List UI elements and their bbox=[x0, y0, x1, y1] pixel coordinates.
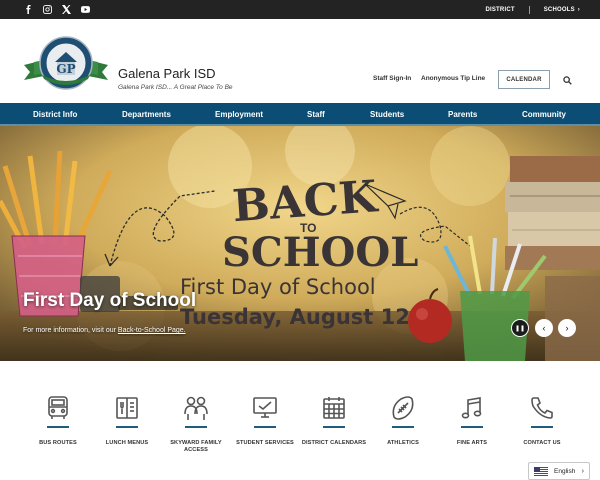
social-links bbox=[24, 0, 90, 19]
chevron-right-icon: › bbox=[581, 467, 584, 475]
phone-icon bbox=[528, 394, 556, 422]
quicklink-underline bbox=[185, 426, 207, 428]
quicklink-fine-arts[interactable]: FINE ARTS bbox=[436, 394, 508, 447]
hero-title: First Day of School bbox=[23, 290, 197, 311]
schools-dropdown[interactable]: SCHOOLS › bbox=[544, 7, 580, 13]
schools-label: SCHOOLS bbox=[543, 6, 575, 13]
quicklink-underline bbox=[392, 426, 414, 428]
utility-links: DISTRICT SCHOOLS › bbox=[485, 0, 580, 19]
site-title[interactable]: Galena Park ISD bbox=[118, 66, 216, 81]
utility-bar: DISTRICT SCHOOLS › bbox=[0, 0, 600, 19]
chevron-left-icon: ‹ bbox=[542, 323, 546, 333]
main-nav: District Info Departments Employment Sta… bbox=[0, 103, 600, 126]
bus-icon bbox=[44, 394, 72, 422]
utility-divider bbox=[528, 5, 530, 14]
quicklink-district-calendars[interactable]: DISTRICT CALENDARS bbox=[298, 394, 370, 447]
language-label: English bbox=[554, 467, 576, 475]
pause-icon: ❚❚ bbox=[514, 325, 526, 332]
nav-departments[interactable]: Departments bbox=[122, 103, 171, 126]
football-icon bbox=[389, 394, 417, 422]
quicklink-underline bbox=[323, 426, 345, 428]
x-icon[interactable] bbox=[62, 5, 71, 14]
family-access-icon bbox=[182, 394, 210, 422]
music-note-icon bbox=[458, 394, 486, 422]
quicklink-underline bbox=[47, 426, 69, 428]
student-services-icon bbox=[251, 394, 279, 422]
hero-caption-text: For more information, visit our bbox=[23, 327, 118, 334]
quicklink-label: BUS ROUTES bbox=[39, 440, 77, 446]
quicklink-underline bbox=[461, 426, 483, 428]
site-header: GP Galena Park ISD Galena Park ISD... A … bbox=[0, 19, 600, 103]
chevron-right-icon: › bbox=[565, 323, 569, 333]
language-selector[interactable]: English › bbox=[528, 462, 590, 480]
staff-signin-link[interactable]: Staff Sign-In bbox=[373, 75, 411, 82]
chevron-right-icon: › bbox=[577, 6, 580, 13]
quicklink-label: SKYWARD FAMILY ACCESS bbox=[170, 440, 222, 453]
nav-employment[interactable]: Employment bbox=[215, 103, 263, 126]
nav-parents[interactable]: Parents bbox=[448, 103, 477, 126]
site-tagline: Galena Park ISD... A Great Place To Be bbox=[118, 84, 233, 91]
lunch-menu-icon bbox=[113, 394, 141, 422]
calendar-icon bbox=[320, 394, 348, 422]
nav-district-info[interactable]: District Info bbox=[33, 103, 77, 126]
quicklink-label: ATHLETICS bbox=[387, 440, 419, 446]
calendar-button[interactable]: CALENDAR bbox=[498, 70, 550, 89]
hero-image-first-day: First Day of School bbox=[180, 275, 376, 299]
quicklink-underline bbox=[254, 426, 276, 428]
hero-image: BACK TO SCHOOL First Day of School Tuesd… bbox=[0, 126, 600, 361]
nav-staff[interactable]: Staff bbox=[307, 103, 325, 126]
quicklink-athletics[interactable]: ATHLETICS bbox=[367, 394, 439, 447]
nav-students[interactable]: Students bbox=[370, 103, 404, 126]
quicklink-underline bbox=[116, 426, 138, 428]
slideshow-pause-button[interactable]: ❚❚ bbox=[511, 319, 529, 337]
quicklink-skyward-family-access[interactable]: SKYWARD FAMILY ACCESS bbox=[160, 394, 232, 454]
tip-line-link[interactable]: Anonymous Tip Line bbox=[421, 75, 485, 82]
quicklink-label: STUDENT SERVICES bbox=[236, 440, 294, 446]
slideshow-next-button[interactable]: › bbox=[558, 319, 576, 337]
quicklink-label: FINE ARTS bbox=[456, 440, 488, 446]
search-icon[interactable] bbox=[563, 76, 572, 85]
quicklink-label: LUNCH MENUS bbox=[105, 440, 149, 446]
quicklink-contact-us[interactable]: CONTACT US bbox=[506, 394, 578, 447]
facebook-icon[interactable] bbox=[24, 5, 33, 14]
nav-community[interactable]: Community bbox=[522, 103, 566, 126]
youtube-icon[interactable] bbox=[81, 5, 90, 14]
district-link[interactable]: DISTRICT bbox=[485, 7, 514, 13]
us-flag-icon bbox=[534, 466, 548, 476]
instagram-icon[interactable] bbox=[43, 5, 52, 14]
hero-image-school: SCHOOL bbox=[222, 229, 418, 276]
hero-slideshow: BACK TO SCHOOL First Day of School Tuesd… bbox=[0, 126, 600, 361]
hero-image-date: Tuesday, August 12 bbox=[180, 305, 410, 329]
quicklink-student-services[interactable]: STUDENT SERVICES bbox=[229, 394, 301, 447]
hero-caption: For more information, visit our Back-to-… bbox=[23, 327, 186, 334]
district-logo[interactable]: GP bbox=[24, 35, 108, 91]
quicklink-lunch-menus[interactable]: LUNCH MENUS bbox=[91, 394, 163, 447]
quicklink-bus-routes[interactable]: BUS ROUTES bbox=[22, 394, 94, 447]
quicklink-label: CONTACT US bbox=[523, 440, 561, 446]
logo-letters: GP bbox=[56, 62, 75, 76]
quicklink-label: DISTRICT CALENDARS bbox=[301, 440, 367, 446]
back-to-school-link[interactable]: Back-to-School Page. bbox=[118, 327, 186, 334]
slideshow-prev-button[interactable]: ‹ bbox=[535, 319, 553, 337]
quicklink-underline bbox=[531, 426, 553, 428]
